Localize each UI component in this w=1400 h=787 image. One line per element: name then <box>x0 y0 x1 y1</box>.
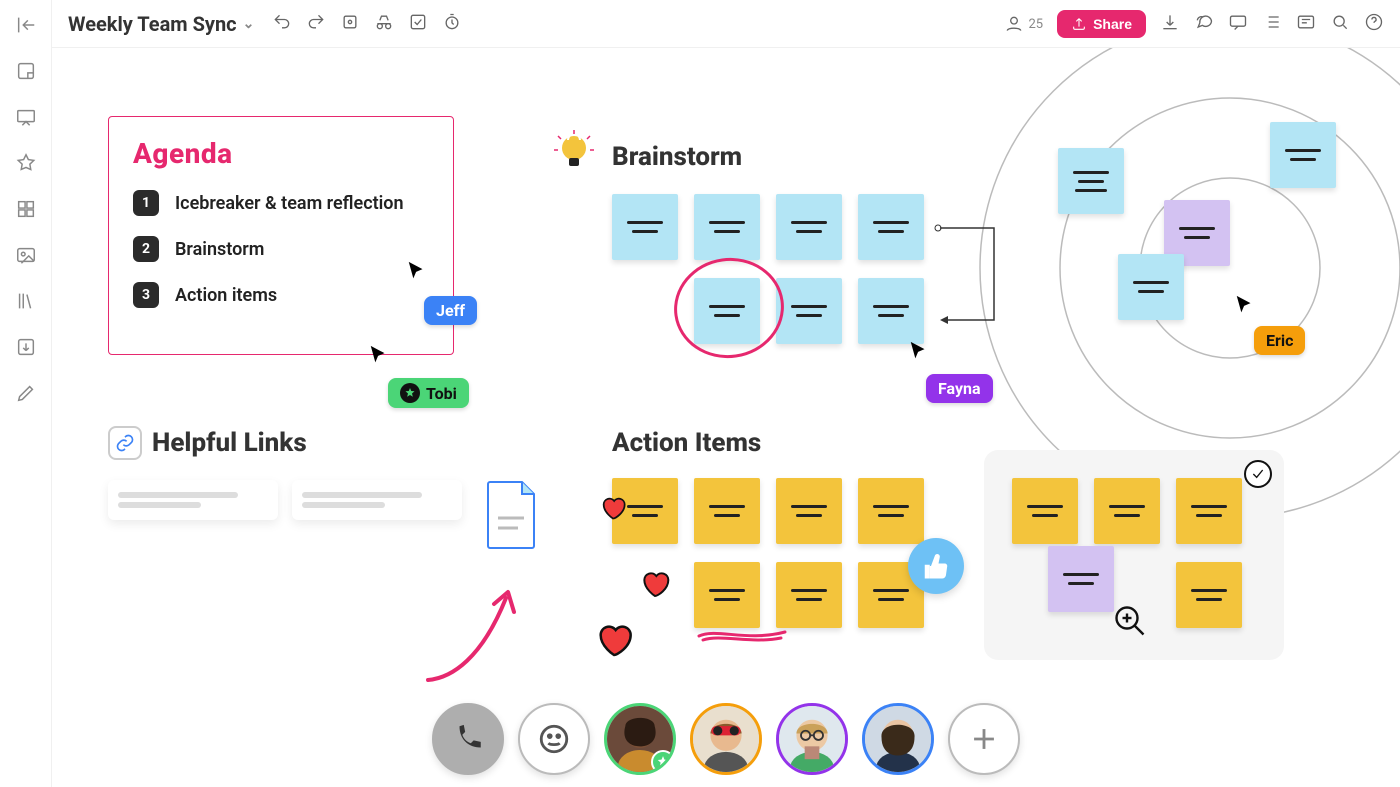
sticky-note[interactable] <box>694 194 760 260</box>
image-icon[interactable] <box>15 244 37 266</box>
sticky-note[interactable] <box>776 278 842 344</box>
sticky-note[interactable] <box>1118 254 1184 320</box>
canvas[interactable]: Agenda 1 Icebreaker & team reflection 2 … <box>52 48 1400 787</box>
heart-icon[interactable] <box>598 494 628 522</box>
thumbs-up-icon[interactable] <box>908 538 964 594</box>
download-icon[interactable] <box>1160 12 1180 36</box>
star-icon[interactable] <box>15 152 37 174</box>
sticky-note[interactable] <box>1176 478 1242 544</box>
member-count[interactable]: 25 <box>1004 14 1043 34</box>
sticky-note[interactable] <box>858 194 924 260</box>
sticky-note[interactable] <box>1012 478 1078 544</box>
participant-avatar[interactable] <box>690 703 762 775</box>
sticky-note[interactable] <box>1270 122 1336 188</box>
history-tools <box>272 12 462 36</box>
connector-arrow <box>934 224 1014 354</box>
redo-icon[interactable] <box>306 12 326 36</box>
presence-dock <box>432 703 1020 775</box>
sticky-note[interactable] <box>858 278 924 344</box>
participant-avatar[interactable] <box>862 703 934 775</box>
sticky-note[interactable] <box>694 278 760 344</box>
timer-icon[interactable] <box>442 12 462 36</box>
left-rail <box>0 0 52 787</box>
sticky-note[interactable] <box>694 562 760 628</box>
reaction-button[interactable] <box>518 703 590 775</box>
link-card[interactable] <box>292 480 462 520</box>
share-button[interactable]: Share <box>1057 10 1146 38</box>
nametag-fayna: Fayna <box>926 374 993 403</box>
agenda-title: Agenda <box>133 137 429 170</box>
facilitator-star-icon <box>400 383 420 403</box>
agenda-card[interactable]: Agenda 1 Icebreaker & team reflection 2 … <box>108 116 454 355</box>
cursor-fayna <box>908 340 930 368</box>
comment-icon[interactable] <box>1228 12 1248 36</box>
cursor-eric <box>1234 294 1256 322</box>
call-button[interactable] <box>432 703 504 775</box>
agenda-item[interactable]: 1 Icebreaker & team reflection <box>133 190 429 216</box>
nametag-tobi: Tobi <box>388 378 469 408</box>
heart-icon[interactable] <box>638 568 672 600</box>
exit-icon[interactable] <box>15 14 37 36</box>
note-icon[interactable] <box>15 60 37 82</box>
pencil-icon[interactable] <box>15 382 37 404</box>
undo-icon[interactable] <box>272 12 292 36</box>
sticky-note[interactable] <box>1058 148 1124 214</box>
sticky-note[interactable] <box>694 478 760 544</box>
books-icon[interactable] <box>15 290 37 312</box>
facilitator-badge-icon <box>651 750 675 774</box>
search-icon[interactable] <box>1330 12 1350 36</box>
participant-avatar[interactable] <box>604 703 676 775</box>
action-items-title: Action Items <box>612 428 761 458</box>
link-card[interactable] <box>108 480 278 520</box>
help-icon[interactable] <box>1364 12 1384 36</box>
topbar: Weekly Team Sync ⌄ 25 Share <box>52 0 1400 48</box>
agenda-item[interactable]: 2 Brainstorm <box>133 236 429 262</box>
zoom-add-icon[interactable] <box>1112 603 1148 639</box>
chat-icon[interactable] <box>1194 12 1214 36</box>
sticky-note[interactable] <box>776 194 842 260</box>
arrow-scribble <box>422 568 552 688</box>
document-icon[interactable] <box>484 480 540 550</box>
vote-icon[interactable] <box>408 12 428 36</box>
sticky-note[interactable] <box>1176 562 1242 628</box>
sticky-note[interactable] <box>612 194 678 260</box>
lightbulb-icon <box>552 130 596 174</box>
topbar-right: 25 Share <box>1004 0 1384 48</box>
agenda-item[interactable]: 3 Action items <box>133 282 429 308</box>
presentation-icon[interactable] <box>15 106 37 128</box>
import-icon[interactable] <box>15 336 37 358</box>
underline-scribble <box>697 626 787 644</box>
grid-icon[interactable] <box>15 198 37 220</box>
sticky-note[interactable] <box>1048 546 1114 612</box>
board-title-dropdown[interactable]: Weekly Team Sync ⌄ <box>68 12 254 36</box>
heart-icon[interactable] <box>592 620 636 660</box>
card-icon[interactable] <box>1296 12 1316 36</box>
check-circle-icon[interactable] <box>1244 460 1272 488</box>
chevron-down-icon: ⌄ <box>243 16 255 32</box>
incognito-icon[interactable] <box>374 12 394 36</box>
add-participant-button[interactable] <box>948 703 1020 775</box>
nametag-jeff: Jeff <box>424 296 477 325</box>
sticky-note[interactable] <box>776 562 842 628</box>
nametag-eric: Eric <box>1254 326 1305 355</box>
participant-avatar[interactable] <box>776 703 848 775</box>
link-icon <box>108 426 142 460</box>
helpful-links-title: Helpful Links <box>152 428 307 458</box>
sticky-note[interactable] <box>776 478 842 544</box>
sticky-note[interactable] <box>858 478 924 544</box>
sticky-note[interactable] <box>1094 478 1160 544</box>
brainstorm-title: Brainstorm <box>612 142 742 172</box>
list-icon[interactable] <box>1262 12 1282 36</box>
board-title: Weekly Team Sync <box>68 12 237 36</box>
frame-icon[interactable] <box>340 12 360 36</box>
